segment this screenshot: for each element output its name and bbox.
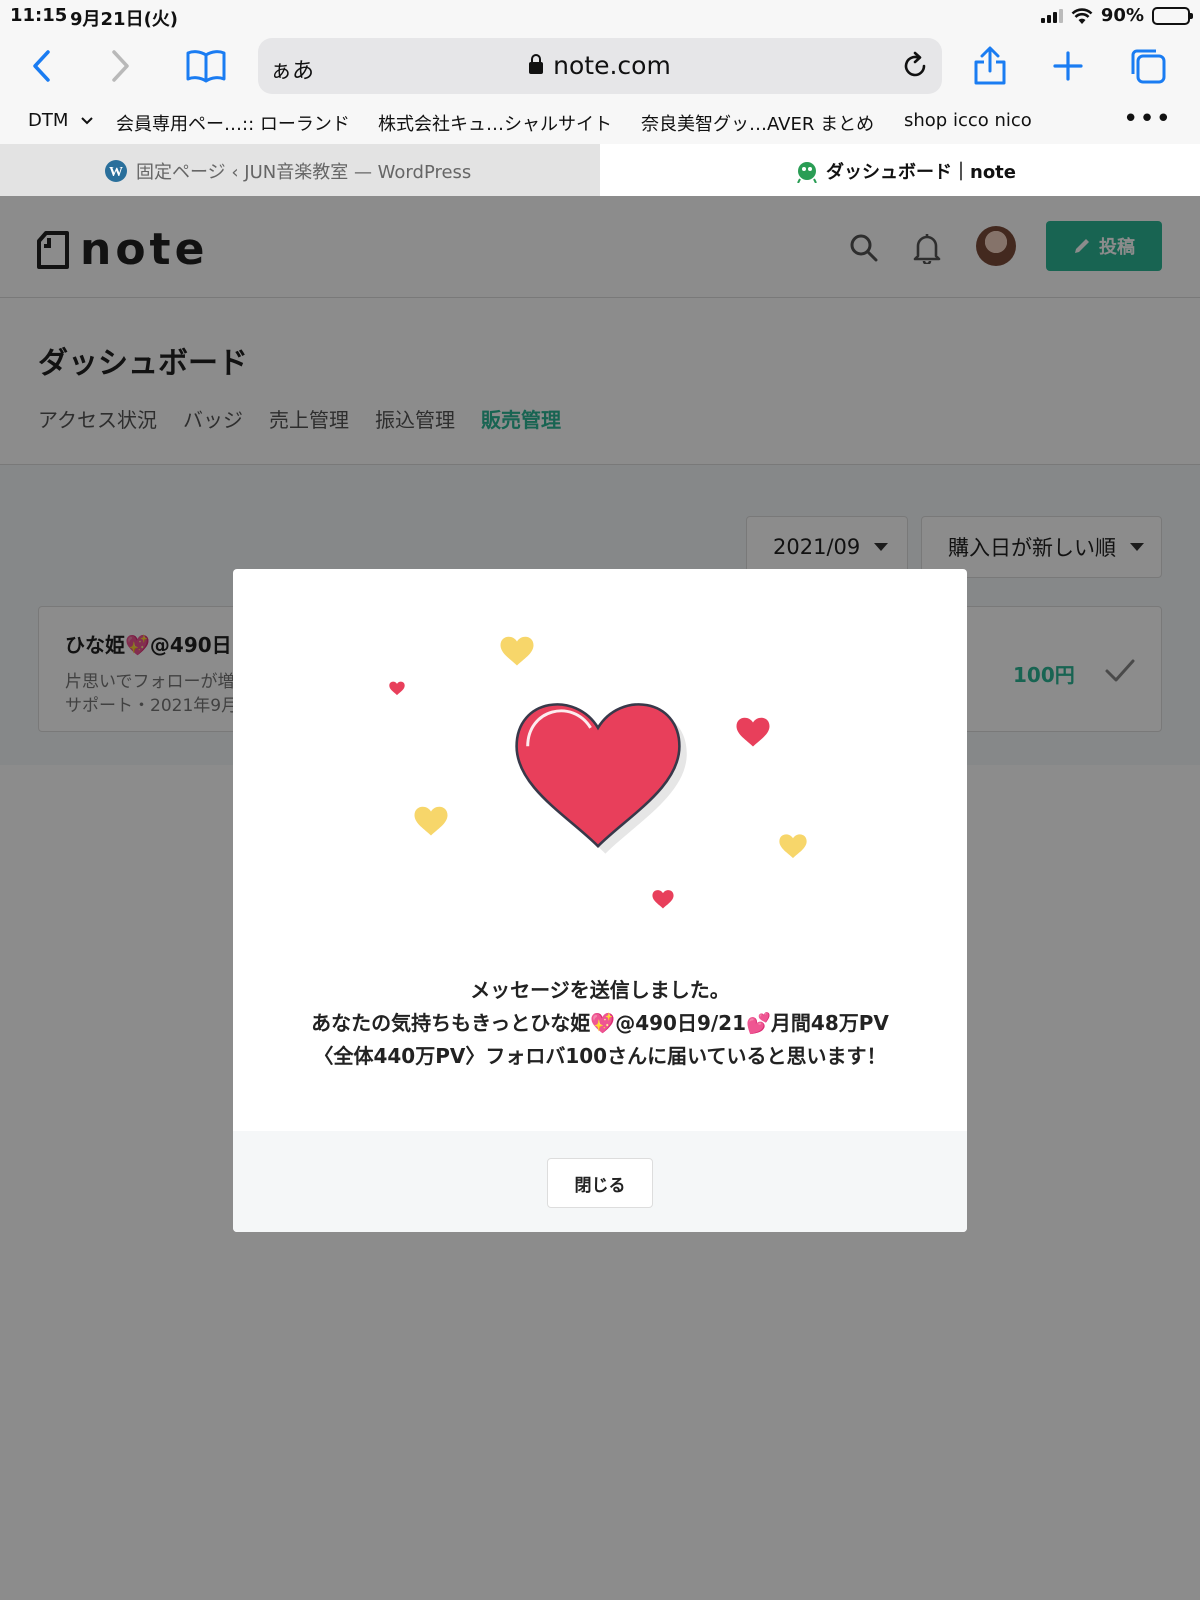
svg-text:W: W	[109, 165, 123, 180]
small-heart-icon	[414, 806, 448, 836]
small-heart-icon	[736, 717, 770, 747]
dialog-footer: 閉じる	[233, 1131, 967, 1232]
favorite-link[interactable]: 株式会社キュ…シャルサイト	[378, 110, 612, 136]
tab-wordpress[interactable]: W 固定ページ ‹ JUN音楽教室 — WordPress	[0, 144, 600, 196]
url-domain: note.com	[553, 51, 671, 80]
chevron-right-icon	[112, 50, 129, 82]
dialog-message-line: メッセージを送信しました。	[470, 978, 730, 1002]
dialog-message-line: あなたの気持ちもきっとひな姫💖@490日9/21💕月間48万PV	[311, 1011, 889, 1035]
status-time: 11:15	[10, 5, 68, 26]
dialog-message-line: 〈全体440万PV〉フォロバ100さんに届いていると思います！	[313, 1044, 887, 1068]
lock-icon	[529, 54, 544, 74]
more-favorites-button[interactable]: •••	[1123, 104, 1172, 134]
address-bar[interactable]: ぁあ note.com	[258, 38, 942, 94]
heart-illustration	[389, 636, 807, 909]
plus-icon	[1053, 51, 1083, 81]
wordpress-icon: W	[105, 160, 127, 182]
chevron-left-icon	[33, 50, 50, 82]
status-date: 9月21日(火)	[70, 9, 179, 30]
back-button[interactable]	[18, 42, 66, 90]
favorite-folder-dtm[interactable]: DTM	[28, 110, 94, 131]
share-button[interactable]	[966, 42, 1014, 90]
book-icon	[186, 50, 226, 83]
cellular-signal-icon	[1040, 8, 1063, 23]
close-button[interactable]: 閉じる	[547, 1158, 653, 1208]
tab-title: ダッシュボード｜note	[826, 162, 1016, 183]
small-heart-icon	[652, 890, 674, 909]
small-heart-icon	[779, 834, 807, 859]
support-sent-dialog: メッセージを送信しました。 あなたの気持ちもきっとひな姫💖@490日9/21💕月…	[233, 569, 967, 1232]
dialog-message: メッセージを送信しました。 あなたの気持ちもきっとひな姫💖@490日9/21💕月…	[233, 974, 967, 1073]
forward-button[interactable]	[96, 42, 144, 90]
battery-percent: 90%	[1100, 5, 1144, 26]
small-heart-icon	[389, 681, 405, 696]
favorite-link[interactable]: 奈良美智グッ…AVER まとめ	[641, 110, 874, 136]
favorite-link[interactable]: 会員専用ペー…:: ローランド	[116, 110, 350, 136]
tab-note-dashboard[interactable]: ダッシュボード｜note	[600, 144, 1200, 196]
favorites-bar: DTM 会員専用ペー…:: ローランド 株式会社キュ…シャルサイト 奈良美智グッ…	[0, 100, 1200, 144]
browser-tabs: W 固定ページ ‹ JUN音楽教室 — WordPress ✕ ダッシュボード｜…	[0, 144, 1200, 196]
share-icon	[974, 46, 1006, 85]
tab-title: 固定ページ ‹ JUN音楽教室 — WordPress	[136, 162, 472, 183]
favorite-label: DTM	[28, 110, 69, 131]
note-favicon-icon	[797, 162, 817, 183]
chevron-down-icon	[81, 117, 93, 125]
big-heart-icon	[514, 702, 687, 854]
new-tab-button[interactable]	[1044, 42, 1092, 90]
wifi-icon	[1071, 7, 1093, 24]
favorite-link[interactable]: shop icco nico	[904, 110, 1032, 131]
tabs-icon	[1131, 49, 1166, 84]
battery-icon	[1152, 6, 1193, 25]
tab-overview-button[interactable]	[1124, 42, 1172, 90]
small-heart-icon	[500, 636, 534, 666]
browser-toolbar: ぁあ note.com	[0, 32, 1200, 100]
bookmarks-button[interactable]	[182, 42, 230, 90]
reload-icon[interactable]	[900, 51, 930, 81]
status-bar: 11:15 9月21日(火) 90%	[0, 0, 1200, 32]
